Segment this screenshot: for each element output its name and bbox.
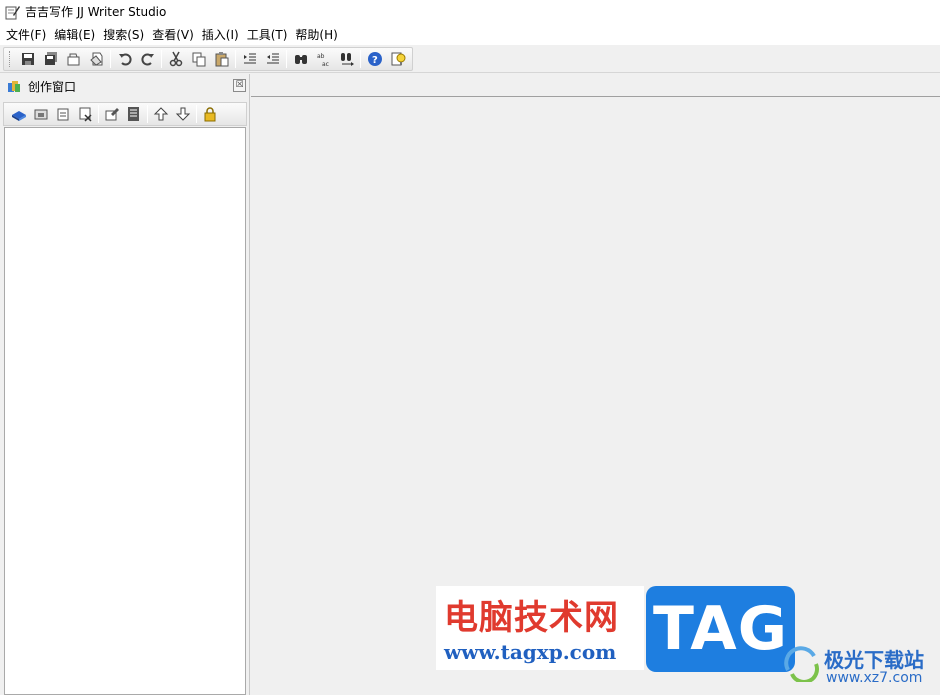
menu-help[interactable]: 帮助(H) (291, 24, 341, 45)
redo-button[interactable] (136, 48, 159, 70)
find-next-button[interactable] (335, 48, 358, 70)
svg-text:ab: ab (317, 53, 325, 60)
aurora-logo-icon (784, 646, 819, 682)
window-title: 吉吉写作 JJ Writer Studio (25, 5, 167, 19)
books-icon (8, 81, 20, 92)
properties-icon (105, 108, 119, 121)
paste-icon (215, 52, 228, 67)
indent-icon (243, 53, 256, 64)
app-pen-icon (5, 5, 20, 19)
find-next-icon (340, 53, 354, 66)
replace-button[interactable]: ab ac (312, 48, 335, 70)
print-icon (89, 52, 102, 66)
title-bar: 吉吉写作 JJ Writer Studio (0, 0, 940, 23)
outdent-icon (266, 53, 279, 64)
move-down-icon (175, 107, 191, 121)
menu-insert[interactable]: 插入(I) (198, 24, 243, 45)
new-folder-icon (34, 109, 48, 120)
properties-button[interactable] (101, 103, 123, 125)
print-button[interactable] (85, 48, 108, 70)
toolbar-separator (235, 50, 236, 68)
menu-edit[interactable]: 编辑(E) (50, 24, 99, 45)
replace-icon: abac (317, 53, 329, 67)
move-up-icon (153, 107, 169, 121)
watermark-url: www.tagxp.com (444, 640, 617, 664)
panel-toolbar-separator (98, 105, 99, 123)
menu-file[interactable]: 文件(F) (2, 24, 50, 45)
find-icon (294, 55, 307, 64)
cut-button[interactable] (164, 48, 187, 70)
save-button[interactable] (16, 48, 39, 70)
toolbar-separator (360, 50, 361, 68)
svg-text:ac: ac (322, 61, 329, 67)
svg-text:?: ? (372, 55, 378, 66)
new-document-button[interactable] (52, 103, 74, 125)
lock-icon (204, 107, 216, 122)
new-book-button[interactable] (8, 103, 30, 125)
document-tab-strip (251, 74, 940, 97)
new-folder-button[interactable] (30, 103, 52, 125)
panel-close-button[interactable]: ☒ (233, 79, 246, 92)
lock-button[interactable] (199, 103, 221, 125)
watermark-text: 电脑技术网 (444, 598, 619, 638)
save-all-button[interactable] (39, 48, 62, 70)
toolbar-separator (110, 50, 111, 68)
menu-view[interactable]: 查看(V) (148, 24, 198, 45)
toolbar-grip[interactable] (9, 51, 12, 67)
watermark-tag-badge: TAG (646, 586, 795, 672)
delete-button[interactable] (74, 103, 96, 125)
copy-icon (192, 52, 205, 67)
copy-button[interactable] (187, 48, 210, 70)
watermark-site-name: 极光下载站 (824, 648, 924, 672)
panel-header: 创作窗口 ☒ (0, 74, 250, 98)
move-down-button[interactable] (172, 103, 194, 125)
menu-search[interactable]: 搜索(S) (99, 24, 148, 45)
help-button[interactable]: ? (363, 48, 386, 70)
save-icon (21, 53, 34, 65)
save-all-icon (44, 52, 57, 65)
creation-panel: 创作窗口 ☒ (0, 74, 250, 695)
watermark-site: 极光下载站 www.xz7.com (780, 640, 940, 695)
panel-toolbar-separator (196, 105, 197, 123)
toolbar-row: ab ac ? (0, 45, 940, 73)
find-button[interactable] (289, 48, 312, 70)
paste-button[interactable] (210, 48, 233, 70)
open-button[interactable] (62, 48, 85, 70)
panel-toolbar (3, 102, 247, 126)
cut-icon (169, 51, 182, 67)
toolbar-separator (161, 50, 162, 68)
menu-tools[interactable]: 工具(T) (243, 24, 292, 45)
open-icon (67, 53, 79, 66)
watermark-site-url: www.xz7.com (826, 670, 923, 686)
notes-button[interactable] (123, 103, 145, 125)
new-document-icon (57, 108, 69, 121)
watermark-tag-text: TAG (653, 594, 788, 664)
undo-button[interactable] (113, 48, 136, 70)
main-toolbar: ab ac ? (3, 47, 413, 71)
indent-button[interactable] (238, 48, 261, 70)
notes-icon (128, 107, 139, 121)
help-icon: ? (367, 52, 382, 66)
tip-icon (391, 52, 405, 66)
new-book-icon (12, 111, 26, 121)
outdent-button[interactable] (261, 48, 284, 70)
toolbar-separator (286, 50, 287, 68)
watermark-block: 电脑技术网 www.tagxp.com (436, 586, 644, 670)
panel-title: 创作窗口 (28, 79, 77, 94)
creation-tree[interactable] (4, 127, 246, 695)
delete-icon (79, 107, 92, 122)
menu-bar: 文件(F) 编辑(E) 搜索(S) 查看(V) 插入(I) 工具(T) 帮助(H… (0, 23, 940, 45)
undo-icon (118, 53, 131, 66)
redo-icon (141, 53, 154, 66)
move-up-button[interactable] (150, 103, 172, 125)
panel-toolbar-separator (147, 105, 148, 123)
tip-button[interactable] (386, 48, 409, 70)
